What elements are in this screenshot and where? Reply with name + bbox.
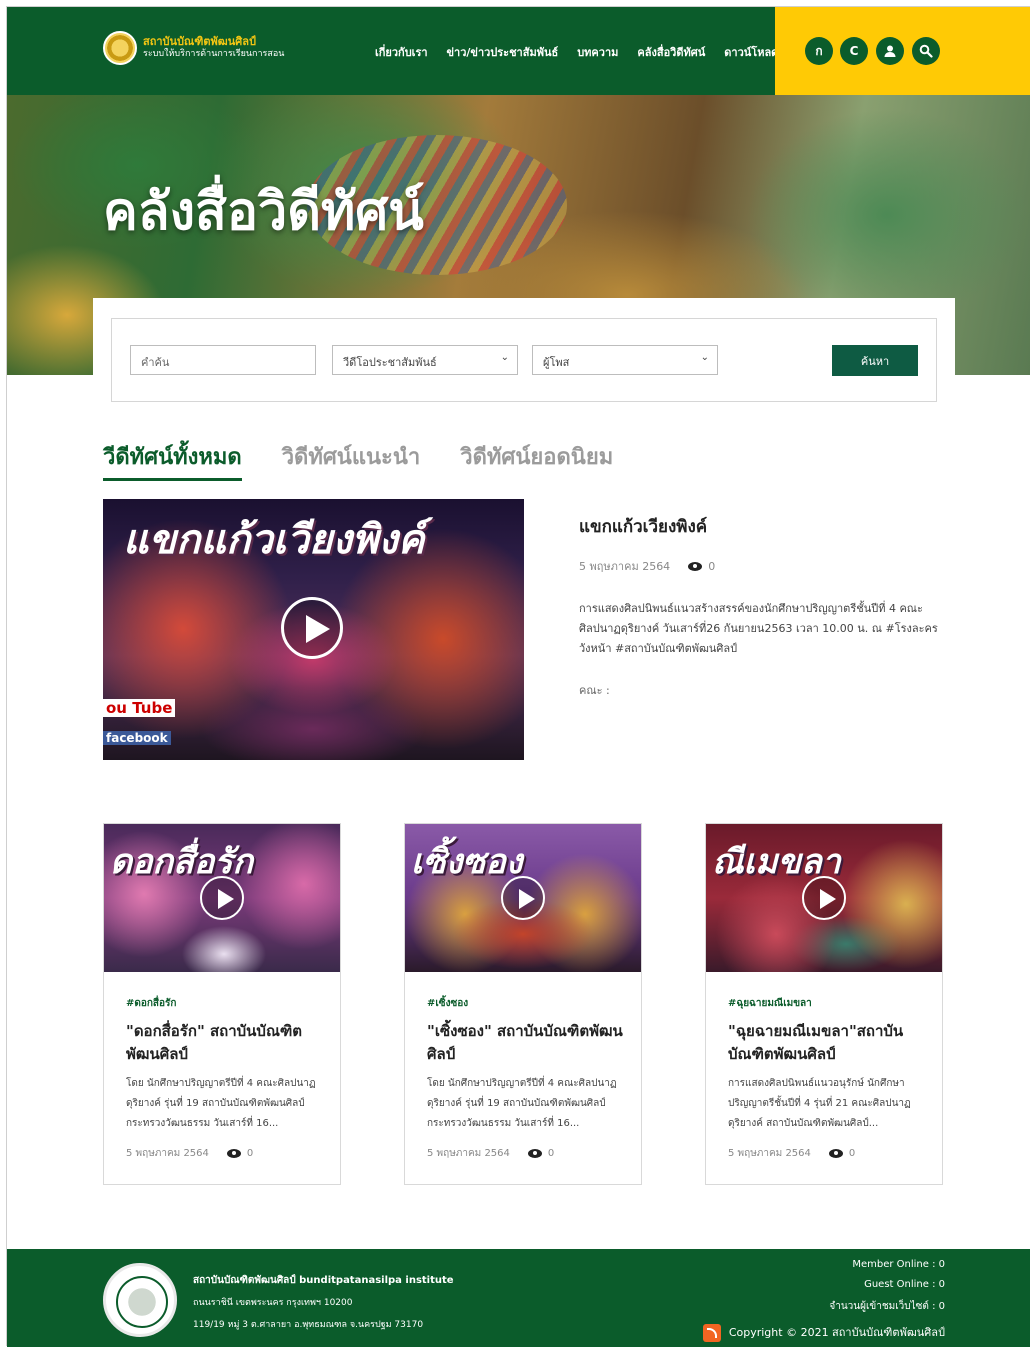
tab-all-videos[interactable]: วีดีทัศน์ทั้งหมด [103, 439, 242, 481]
nav-articles[interactable]: บทความ [577, 43, 618, 61]
nav-news[interactable]: ข่าว/ข่าวประชาสัมพันธ์ [447, 43, 559, 61]
site-footer: สถาบันบัณฑิตพัฒนศิลป์ bunditpatanasilpa … [7, 1249, 1030, 1347]
header-tools: ก C [775, 7, 1030, 95]
eye-icon [688, 561, 703, 571]
featured-faculty: คณะ : [579, 684, 610, 697]
card-tag[interactable]: #ดอกสื่อรัก [126, 996, 176, 1011]
card-date: 5 พฤษภาคม 2564 [427, 1148, 510, 1159]
video-card-thumbnail[interactable]: เซิ้งซอง [405, 824, 641, 972]
nav-video-library[interactable]: คลังสื่อวิดีทัศน์ [637, 43, 705, 61]
institute-seal-icon [103, 31, 137, 65]
nav-download[interactable]: ดาวน์โหลด [724, 43, 778, 61]
featured-video-thumbnail[interactable]: แขกแก้วเวียงพิงค์ ou Tube facebook [103, 499, 524, 760]
featured-description: การแสดงศิลปนิพนธ์แนวสร้างสรรค์ของนักศึกษ… [579, 602, 938, 655]
play-icon[interactable] [501, 876, 545, 920]
category-select[interactable]: วีดีโอประชาสัมพันธ์ ⌄ [332, 345, 518, 375]
tab-recommended[interactable]: วิดีทัศน์แนะนำ [282, 439, 421, 481]
play-icon[interactable] [200, 876, 244, 920]
card-meta: 5 พฤษภาคม 2564 0 [728, 1146, 855, 1161]
guest-online: Guest Online : 0 [864, 1279, 945, 1290]
featured-video-meta: 5 พฤษภาคม 2564 0 [579, 557, 715, 575]
member-online: Member Online : 0 [852, 1259, 945, 1270]
facebook-logo-icon: facebook [103, 731, 171, 745]
featured-date: 5 พฤษภาคม 2564 [579, 560, 671, 573]
card-date: 5 พฤษภาคม 2564 [126, 1148, 209, 1159]
site-header: สถาบันบัณฑิตพัฒนศิลป์ ระบบให้บริการด้านก… [7, 7, 1030, 95]
footer-org-name: สถาบันบัณฑิตพัฒนศิลป์ bunditpatanasilpa … [193, 1275, 454, 1286]
user-glyph [884, 45, 896, 57]
nav-about[interactable]: เกี่ยวกับเรา [375, 43, 428, 61]
logo-title: สถาบันบัณฑิตพัฒนศิลป์ [143, 35, 256, 48]
card-description: การแสดงศิลปนิพนธ์แนวอนุรักษ์ นักศึกษาปริ… [728, 1078, 911, 1129]
chevron-down-icon: ⌄ [500, 352, 509, 363]
card-tag[interactable]: #เซิ้งซอง [427, 996, 468, 1011]
eye-icon [828, 1149, 843, 1158]
play-icon[interactable] [802, 876, 846, 920]
main-nav: เกี่ยวกับเรา ข่าว/ข่าวประชาสัมพันธ์ บทคว… [375, 43, 797, 61]
institute-seal-icon [103, 1263, 177, 1337]
card-description: โดย นักศึกษาปริญญาตรีปีที่ 4 คณะศิลปนาฏด… [126, 1078, 316, 1129]
video-tabs: วีดีทัศน์ทั้งหมด วิดีทัศน์แนะนำ วิดีทัศน… [103, 439, 653, 481]
footer-address-2: 119/19 หมู่ 3 ต.ศาลายา อ.พุทธมณฑล จ.นครป… [193, 1320, 424, 1330]
card-title[interactable]: "เซิ้งซอง" สถาบันบัณฑิตพัฒนศิลป์ [427, 1020, 627, 1066]
card-tag[interactable]: #ฉุยฉายมณีเมขลา [728, 996, 812, 1011]
category-select-value: วีดีโอประชาสัมพันธ์ [343, 356, 437, 369]
search-icon[interactable] [912, 37, 940, 65]
magnifier-glyph [919, 44, 933, 58]
search-button[interactable]: ค้นหา [832, 345, 918, 376]
tab-popular[interactable]: วิดีทัศน์ยอดนิยม [460, 439, 613, 481]
video-card[interactable]: เซิ้งซอง #เซิ้งซอง "เซิ้งซอง" สถาบันบัณฑ… [404, 823, 642, 1185]
video-card[interactable]: ณีเมขลา #ฉุยฉายมณีเมขลา "ฉุยฉายมณีเมขลา"… [705, 823, 943, 1185]
featured-views: 0 [708, 559, 716, 573]
chevron-down-icon: ⌄ [700, 352, 709, 363]
visitor-count: จำนวนผู้เข้าชมเว็บไซต์ : 0 [829, 1301, 945, 1312]
rss-icon[interactable] [702, 1324, 721, 1342]
poster-select-value: ผู้โพส [543, 356, 570, 369]
play-icon[interactable] [281, 597, 343, 659]
poster-select[interactable]: ผู้โพส ⌄ [532, 345, 718, 375]
card-views: 0 [246, 1148, 254, 1159]
card-date: 5 พฤษภาคม 2564 [728, 1148, 811, 1159]
site-logo[interactable]: สถาบันบัณฑิตพัฒนศิลป์ ระบบให้บริการด้านก… [103, 31, 284, 65]
contrast-icon[interactable]: C [840, 37, 868, 65]
footer-address-1: ถนนราชินี เขตพระนคร กรุงเทพฯ 10200 [193, 1298, 353, 1308]
logo-subtitle: ระบบให้บริการด้านการเรียนการสอน [143, 49, 285, 59]
footer-copyright: Copyright © 2021 สถาบันบัณฑิตพัฒนศิลป์ [702, 1323, 945, 1342]
card-title[interactable]: "ดอกสื่อรัก" สถาบันบัณฑิตพัฒนศิลป์ [126, 1020, 326, 1066]
featured-thumb-text: แขกแก้วเวียงพิงค์ [123, 517, 425, 563]
card-views: 0 [547, 1148, 555, 1159]
search-panel: คำค้น วีดีโอประชาสัมพันธ์ ⌄ ผู้โพส ⌄ ค้น… [93, 298, 955, 416]
eye-icon [527, 1149, 542, 1158]
font-thai-icon[interactable]: ก [805, 37, 833, 65]
search-form: คำค้น วีดีโอประชาสัมพันธ์ ⌄ ผู้โพส ⌄ ค้น… [111, 318, 937, 402]
eye-icon [226, 1149, 241, 1158]
video-card[interactable]: ดอกสื่อรัก #ดอกสื่อรัก "ดอกสื่อรัก" สถาบ… [103, 823, 341, 1185]
featured-video-title[interactable]: แขกแก้วเวียงพิงค์ [579, 513, 707, 540]
page-title: คลังสื่อวิดีทัศน์ [103, 182, 424, 242]
youtube-logo-icon: ou Tube [103, 699, 176, 717]
copyright-text: Copyright © 2021 สถาบันบัณฑิตพัฒนศิลป์ [728, 1326, 945, 1339]
video-card-thumbnail[interactable]: ณีเมขลา [706, 824, 942, 972]
card-meta: 5 พฤษภาคม 2564 0 [126, 1146, 253, 1161]
page: สถาบันบัณฑิตพัฒนศิลป์ ระบบให้บริการด้านก… [6, 6, 1030, 1347]
card-thumb-text: เซิ้งซอง [411, 842, 523, 882]
card-meta: 5 พฤษภาคม 2564 0 [427, 1146, 554, 1161]
card-description: โดย นักศึกษาปริญญาตรีปีที่ 4 คณะศิลปนาฏด… [427, 1078, 617, 1129]
keyword-input[interactable]: คำค้น [130, 345, 316, 375]
video-card-thumbnail[interactable]: ดอกสื่อรัก [104, 824, 340, 972]
card-title[interactable]: "ฉุยฉายมณีเมขลา"สถาบันบัณฑิตพัฒนศิลป์ [728, 1020, 928, 1066]
user-icon[interactable] [876, 37, 904, 65]
card-views: 0 [848, 1148, 856, 1159]
